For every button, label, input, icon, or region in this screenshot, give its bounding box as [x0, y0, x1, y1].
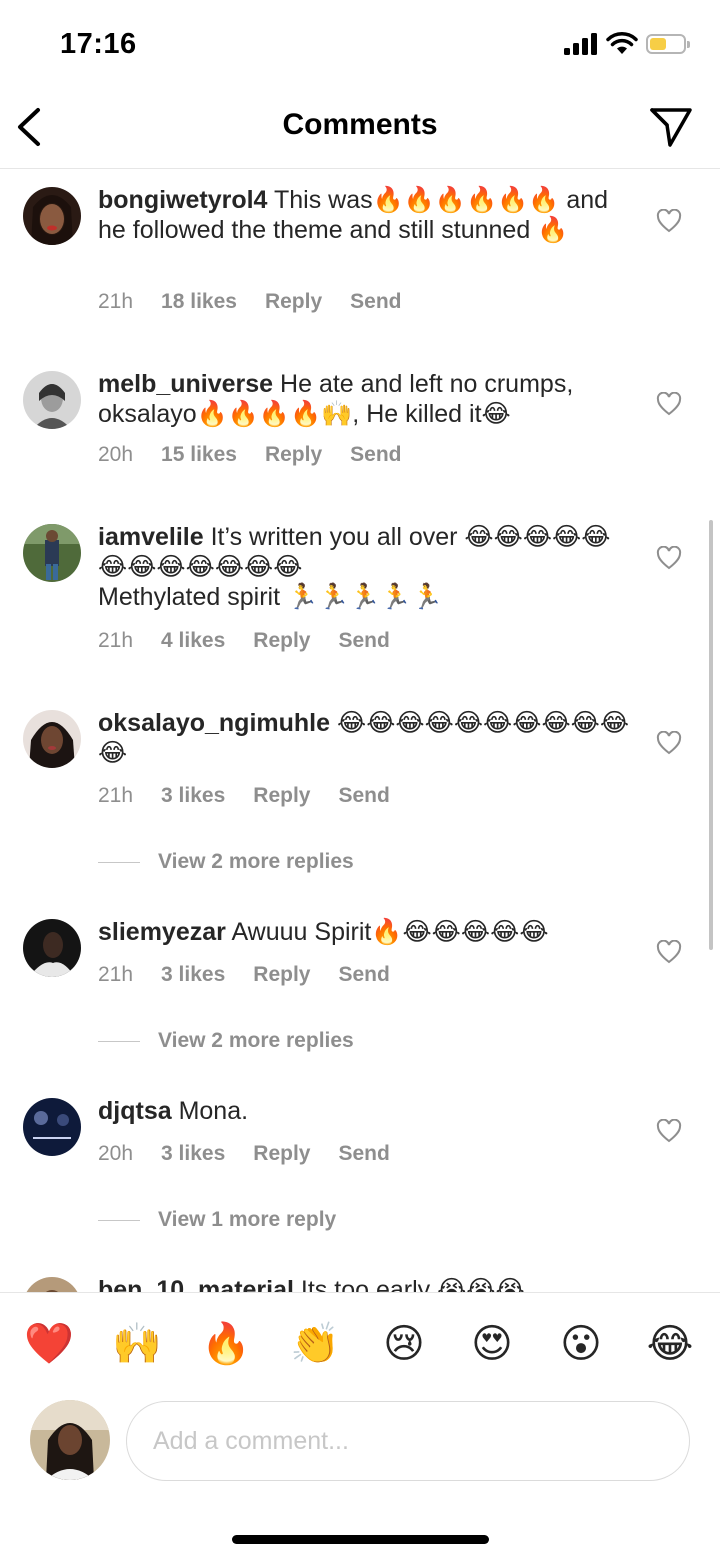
comment-username[interactable]: djqtsa: [98, 1097, 172, 1125]
comment-body: Its too early 😭😭😭: [300, 1276, 525, 1292]
view-more-label[interactable]: View 2 more replies: [158, 850, 354, 874]
heart-icon[interactable]: [656, 940, 682, 964]
scrollbar[interactable]: [709, 520, 713, 950]
reaction-heart-eyes-button[interactable]: 😍: [465, 1317, 519, 1371]
comment-likes[interactable]: 15 likes: [161, 443, 237, 467]
comment-text: bongiwetyrol4 This was🔥🔥🔥🔥🔥🔥 and he foll…: [98, 185, 633, 245]
comment-text: djqtsa Mona.: [98, 1096, 633, 1126]
comment-time: 20h: [98, 443, 134, 466]
comment-likes[interactable]: 3 likes: [161, 1142, 225, 1166]
comment-likes[interactable]: 18 likes: [161, 290, 237, 314]
view-more-label[interactable]: View 2 more replies: [158, 1029, 354, 1053]
reaction-fire-button[interactable]: 🔥: [199, 1317, 253, 1371]
reaction-heart-button[interactable]: ❤️: [22, 1317, 76, 1371]
send-button[interactable]: Send: [338, 784, 389, 808]
view-more-replies-button[interactable]: View 1 more reply: [98, 1208, 336, 1232]
avatar[interactable]: [23, 1098, 81, 1156]
comment-meta: 21h 3 likes Reply Send: [98, 784, 418, 808]
quick-reactions: ❤️ 🙌 🔥 👏 😢 😍 😮 😂: [0, 1317, 720, 1373]
comment-meta: 20h 15 likes Reply Send: [98, 443, 429, 467]
reply-button[interactable]: Reply: [253, 629, 310, 653]
view-more-replies-button[interactable]: View 2 more replies: [98, 1029, 354, 1053]
comment-input-wrapper: [126, 1401, 690, 1481]
cellular-signal-icon: [564, 33, 597, 55]
comment-body-line2: Methylated spirit 🏃🏃🏃🏃🏃: [98, 583, 443, 611]
comment-time: 21h: [98, 290, 134, 313]
avatar[interactable]: [23, 919, 81, 977]
avatar[interactable]: [23, 1277, 81, 1292]
comment-likes[interactable]: 3 likes: [161, 784, 225, 808]
avatar[interactable]: [23, 187, 81, 245]
divider: [98, 1040, 140, 1042]
reaction-laugh-button[interactable]: 😂: [643, 1317, 697, 1371]
send-button[interactable]: Send: [338, 1142, 389, 1166]
heart-icon[interactable]: [656, 731, 682, 755]
comment-time: 21h: [98, 963, 134, 986]
reply-button[interactable]: Reply: [253, 784, 310, 808]
reply-button[interactable]: Reply: [265, 290, 322, 314]
battery-icon: [646, 34, 690, 54]
comment-text: sliemyezar Awuuu Spirit🔥😂😂😂😂😂: [98, 917, 633, 947]
comment-meta: 21h 18 likes Reply Send: [98, 290, 429, 314]
comment-input[interactable]: [151, 1402, 675, 1480]
comments-header: Comments: [0, 90, 720, 169]
comment-meta: 21h 4 likes Reply Send: [98, 629, 418, 653]
comment-composer: ❤️ 🙌 🔥 👏 😢 😍 😮 😂: [0, 1292, 720, 1559]
view-more-replies-button[interactable]: View 2 more replies: [98, 850, 354, 874]
comment-username[interactable]: bongiwetyrol4: [98, 186, 267, 214]
heart-icon[interactable]: [656, 209, 682, 233]
comment-text: melb_universe He ate and left no crumps,…: [98, 369, 633, 429]
share-button[interactable]: [648, 104, 694, 150]
comment-meta: 20h 3 likes Reply Send: [98, 1142, 418, 1166]
comment-username[interactable]: ben_10_material: [98, 1276, 294, 1292]
divider: [98, 861, 140, 863]
comment-username[interactable]: oksalayo_ngimuhle: [98, 709, 330, 737]
send-button[interactable]: Send: [338, 963, 389, 987]
comment-time: 21h: [98, 629, 134, 652]
reaction-clap-button[interactable]: 👏: [288, 1317, 342, 1371]
paper-plane-icon: [650, 108, 692, 147]
comment-likes[interactable]: 4 likes: [161, 629, 225, 653]
reaction-cry-button[interactable]: 😢: [377, 1317, 431, 1371]
divider: [98, 1219, 140, 1221]
avatar[interactable]: [23, 524, 81, 582]
status-icons: [564, 32, 690, 56]
comment-body: Awuuu Spirit🔥😂😂😂😂😂: [231, 918, 549, 946]
status-bar: 17:16: [0, 0, 720, 90]
comment-time: 20h: [98, 1142, 134, 1165]
comments-list[interactable]: bongiwetyrol4 This was🔥🔥🔥🔥🔥🔥 and he foll…: [0, 169, 720, 1292]
status-time: 17:16: [60, 28, 137, 60]
comment-username[interactable]: sliemyezar: [98, 918, 226, 946]
view-more-label[interactable]: View 1 more reply: [158, 1208, 336, 1232]
page-title: Comments: [282, 108, 438, 141]
comment-username[interactable]: melb_universe: [98, 370, 273, 398]
reply-button[interactable]: Reply: [253, 1142, 310, 1166]
current-user-avatar: [30, 1400, 110, 1480]
reaction-surprised-button[interactable]: 😮: [554, 1317, 608, 1371]
heart-icon[interactable]: [656, 392, 682, 416]
heart-icon[interactable]: [656, 1119, 682, 1143]
send-button[interactable]: Send: [338, 629, 389, 653]
comment-time: 21h: [98, 784, 134, 807]
avatar[interactable]: [23, 371, 81, 429]
reply-button[interactable]: Reply: [253, 963, 310, 987]
avatar[interactable]: [23, 710, 81, 768]
wifi-icon: [606, 32, 638, 54]
comment-text: oksalayo_ngimuhle 😂😂😂😂😂😂😂😂😂😂😂: [98, 708, 633, 768]
send-button[interactable]: Send: [350, 443, 401, 467]
home-indicator[interactable]: [232, 1535, 489, 1544]
comment-body: Mona.: [178, 1097, 249, 1125]
comment-text: iamvelile It’s written you all over 😂😂😂😂…: [98, 522, 633, 612]
heart-icon[interactable]: [656, 546, 682, 570]
reaction-raised-hands-button[interactable]: 🙌: [110, 1317, 164, 1371]
reply-button[interactable]: Reply: [265, 443, 322, 467]
comment-likes[interactable]: 3 likes: [161, 963, 225, 987]
comment-username[interactable]: iamvelile: [98, 523, 204, 551]
comment-meta: 21h 3 likes Reply Send: [98, 963, 418, 987]
send-button[interactable]: Send: [350, 290, 401, 314]
comment-text: ben_10_material Its too early 😭😭😭: [98, 1275, 633, 1292]
